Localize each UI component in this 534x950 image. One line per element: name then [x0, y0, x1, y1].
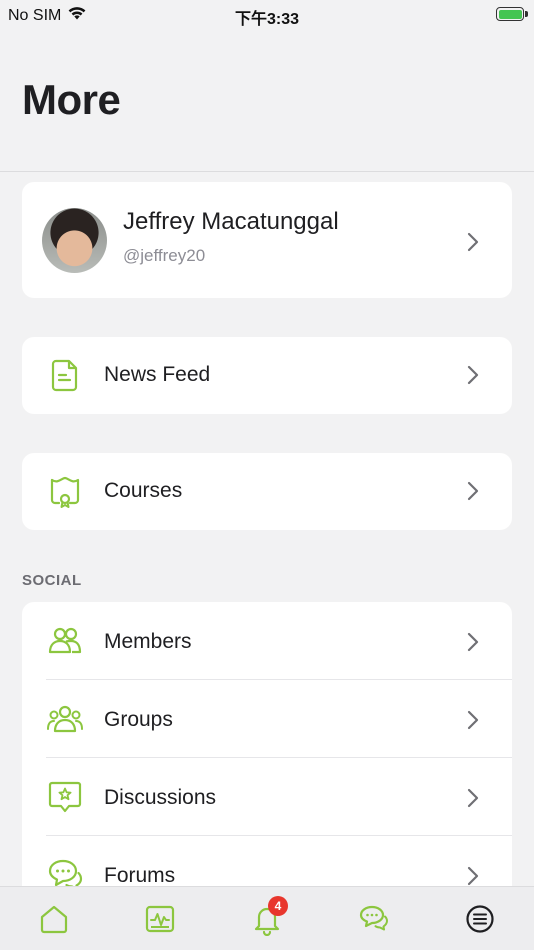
battery-icon: [496, 7, 528, 21]
discussions-icon: [46, 778, 84, 816]
courses-label: Courses: [104, 479, 183, 502]
profile-card[interactable]: Jeffrey Macatunggal @jeffrey20: [22, 182, 512, 298]
chevron-right-icon: [466, 788, 480, 808]
members-icon: [46, 622, 84, 660]
courses-item[interactable]: Courses: [22, 453, 512, 530]
chevron-right-icon: [466, 481, 480, 501]
courses-icon: [46, 472, 84, 510]
chevron-right-icon: [466, 232, 480, 252]
tab-messages[interactable]: [357, 902, 391, 936]
notification-badge: 4: [268, 896, 288, 916]
tab-home[interactable]: [37, 902, 71, 936]
discussions-label: Discussions: [104, 786, 217, 809]
page-title: More: [22, 76, 121, 123]
more-icon: [466, 905, 494, 933]
profile-handle: @jeffrey20: [123, 246, 206, 265]
social-card: Members Groups Discussions Forums: [22, 602, 512, 902]
sidebar-item-discussions[interactable]: Discussions: [22, 758, 512, 836]
news-feed-item[interactable]: News Feed: [22, 337, 512, 414]
activity-icon: [145, 905, 175, 933]
sidebar-item-groups[interactable]: Groups: [22, 680, 512, 758]
tab-activity[interactable]: [143, 902, 177, 936]
chevron-right-icon: [466, 866, 480, 886]
home-icon: [40, 905, 68, 934]
status-bar: No SIM 下午3:33: [0, 0, 534, 30]
chevron-right-icon: [466, 365, 480, 385]
chevron-right-icon: [466, 710, 480, 730]
section-label-social: SOCIAL: [22, 572, 82, 589]
groups-label: Groups: [104, 708, 173, 731]
news-feed-label: News Feed: [104, 363, 211, 386]
document-icon: [46, 356, 84, 394]
groups-icon: [46, 700, 84, 738]
tab-bar: 4: [0, 886, 534, 950]
tab-notifications[interactable]: 4: [250, 896, 288, 936]
messages-icon: [359, 905, 388, 931]
chevron-right-icon: [466, 632, 480, 652]
profile-name: Jeffrey Macatunggal: [123, 208, 339, 235]
avatar: [42, 208, 107, 273]
sidebar-item-members[interactable]: Members: [22, 602, 512, 680]
forums-label: Forums: [104, 864, 176, 887]
status-time: 下午3:33: [234, 11, 300, 28]
members-label: Members: [104, 630, 192, 653]
tab-more[interactable]: [463, 902, 497, 936]
